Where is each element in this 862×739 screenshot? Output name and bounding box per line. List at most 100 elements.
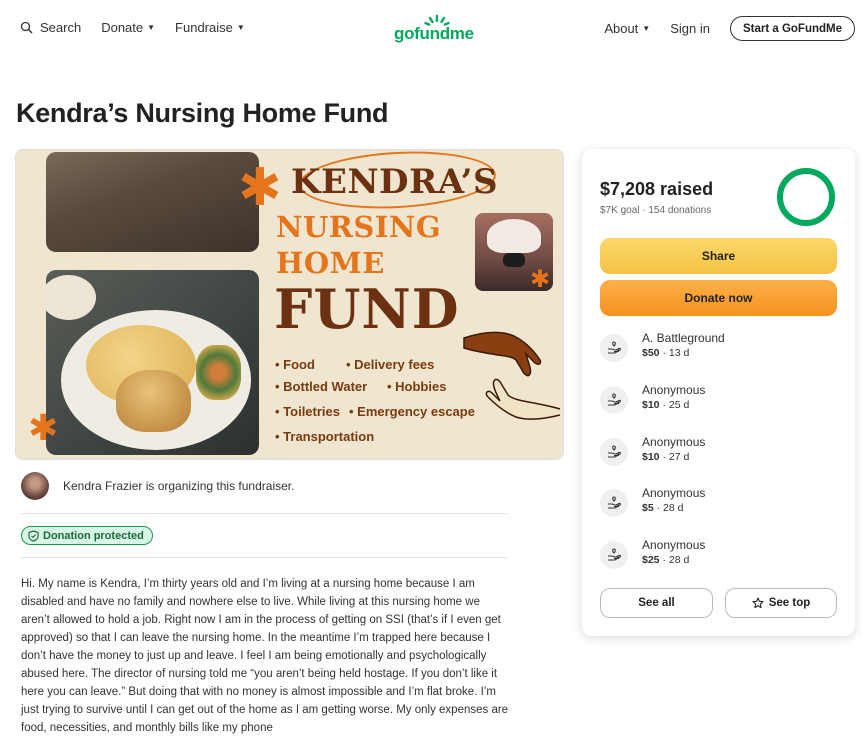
hero-nursing: NURSING xyxy=(276,210,442,244)
see-top-label: See top xyxy=(768,597,811,609)
asterisk-icon: ✱ xyxy=(238,159,282,217)
donation-card: $7,208 raised $7K goal · 154 donations S… xyxy=(582,149,855,636)
donation-meta: $50 · 13 d xyxy=(642,346,725,361)
donation-hand-icon xyxy=(600,489,628,517)
donate-menu-label: Donate xyxy=(101,20,144,35)
site-header: Search Donate ▼ Fundraise ▼ gofundme Abo… xyxy=(0,0,862,58)
amount-raised: $7,208 raised xyxy=(600,179,714,199)
meta-separator: · xyxy=(659,451,669,463)
donor-name: Anonymous xyxy=(642,486,706,500)
hero-item: • Delivery fees xyxy=(346,357,435,372)
search-icon xyxy=(20,21,34,35)
gofundme-logo[interactable]: gofundme xyxy=(394,14,478,44)
meta-separator: · xyxy=(659,347,669,359)
divider xyxy=(21,557,507,558)
donation-hand-icon xyxy=(600,541,628,569)
donation-amount: $10 xyxy=(642,451,660,463)
food-tray-photo xyxy=(46,270,259,455)
donor-name: Anonymous xyxy=(642,538,706,552)
hero-item: • Hobbies xyxy=(387,379,447,394)
nav-left: Search Donate ▼ Fundraise ▼ xyxy=(20,20,265,35)
meta-separator: · xyxy=(659,554,669,566)
bowl-shape xyxy=(46,275,96,320)
about-menu-label: About xyxy=(604,21,639,36)
organizer-text: Kendra Frazier is organizing this fundra… xyxy=(63,479,295,493)
asterisk-icon: ✱ xyxy=(530,266,551,293)
donation-amount: $10 xyxy=(642,399,660,411)
fundraise-menu-label: Fundraise xyxy=(175,20,233,35)
hero-item: • Emergency escape xyxy=(349,404,475,419)
meta-separator: · xyxy=(653,502,664,514)
donation-amount: $25 xyxy=(642,554,660,566)
donation-item[interactable]: Anonymous $5 · 28 d xyxy=(600,485,705,525)
donor-name: A. Battleground xyxy=(642,331,725,345)
avatar[interactable] xyxy=(21,472,49,500)
asterisk-icon: ✱ xyxy=(28,407,59,448)
search-link[interactable]: Search xyxy=(20,20,81,35)
progress-ring xyxy=(777,168,835,226)
hero-item: • Transportation xyxy=(275,429,375,444)
donation-age: 25 d xyxy=(668,399,690,411)
page-title: Kendra’s Nursing Home Fund xyxy=(16,98,389,128)
donation-protected-badge[interactable]: Donation protected xyxy=(21,526,153,545)
hero-home: HOME xyxy=(276,246,385,280)
logo-text: gofundme xyxy=(394,24,474,43)
donation-amount: $50 xyxy=(642,347,660,359)
donation-item[interactable]: Anonymous $10 · 25 d xyxy=(600,382,705,422)
share-button[interactable]: Share xyxy=(600,238,837,274)
hero-item: • Food xyxy=(275,357,315,372)
donation-item[interactable]: A. Battleground $50 · 13 d xyxy=(600,330,725,370)
story-text: Hi. My name is Kendra, I’m thirty years … xyxy=(21,578,509,734)
star-icon xyxy=(752,597,764,609)
roll-shape xyxy=(116,370,191,432)
shield-icon xyxy=(28,529,39,542)
donation-item[interactable]: Anonymous $25 · 28 d xyxy=(600,537,705,577)
donation-age: 27 d xyxy=(668,451,690,463)
receiving-hand-icon xyxy=(485,378,561,420)
about-menu[interactable]: About ▼ xyxy=(604,21,650,36)
veg-shape xyxy=(196,345,241,400)
hero-item: • Bottled Water xyxy=(275,379,368,394)
badge-label: Donation protected xyxy=(43,529,144,542)
goal-amount: $7K goal xyxy=(600,205,640,216)
donate-menu[interactable]: Donate ▼ xyxy=(101,20,155,35)
donate-now-button[interactable]: Donate now xyxy=(600,280,837,316)
donation-meta: $10 · 25 d xyxy=(642,398,705,413)
donation-age: 13 d xyxy=(668,347,690,359)
donation-amount: $5 xyxy=(642,502,654,514)
donation-meta: $10 · 27 d xyxy=(642,450,705,465)
see-all-button[interactable]: See all xyxy=(600,588,713,618)
hero-image[interactable]: ✱ ✱ ✱ KENDRA’S NURSING HOME FUND • Food … xyxy=(15,149,564,460)
chevron-down-icon: ▼ xyxy=(236,23,245,32)
progress-ring-fill xyxy=(777,168,835,226)
donation-age: 28 d xyxy=(663,502,684,514)
hero-fund: FUND xyxy=(274,277,460,341)
fundraise-menu[interactable]: Fundraise ▼ xyxy=(175,20,245,35)
donations-count: 154 donations xyxy=(648,205,712,216)
donation-meta: $25 · 28 d xyxy=(642,553,705,568)
hero-kendras: KENDRA’S xyxy=(291,162,499,202)
search-label: Search xyxy=(40,20,82,35)
hero-item: • Toiletries xyxy=(275,404,340,419)
signin-link[interactable]: Sign in xyxy=(670,21,710,36)
chevron-down-icon: ▼ xyxy=(642,24,651,33)
dining-room-photo xyxy=(46,152,259,252)
start-gofundme-button[interactable]: Start a GoFundMe xyxy=(729,16,855,41)
donation-hand-icon xyxy=(600,334,628,362)
meta-separator: · xyxy=(659,399,669,411)
hat-shape xyxy=(487,219,541,253)
donor-name: Anonymous xyxy=(642,435,706,449)
organizer-row: Kendra Frazier is organizing this fundra… xyxy=(21,472,294,500)
donation-hand-icon xyxy=(600,386,628,414)
donation-meta: $5 · 28 d xyxy=(642,501,705,516)
nav-right: About ▼ Sign in Start a GoFundMe xyxy=(604,16,855,41)
signin-label: Sign in xyxy=(670,21,710,36)
chevron-down-icon: ▼ xyxy=(147,23,156,32)
donation-hand-icon xyxy=(600,438,628,466)
donor-name: Anonymous xyxy=(642,383,706,397)
goal-line: $7K goal · 154 donations xyxy=(600,205,711,216)
donation-item[interactable]: Anonymous $10 · 27 d xyxy=(600,434,705,474)
donation-age: 28 d xyxy=(668,554,690,566)
see-top-button[interactable]: See top xyxy=(725,588,837,618)
mask-shape xyxy=(503,253,525,267)
